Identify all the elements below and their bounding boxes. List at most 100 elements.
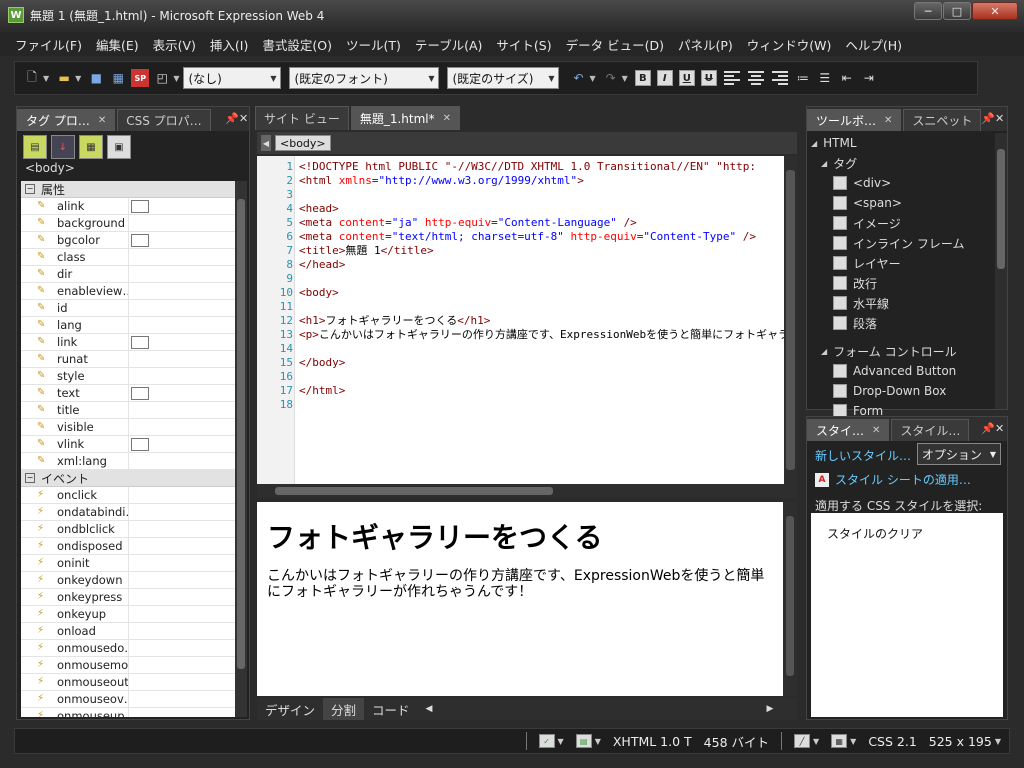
property-row[interactable]: ⚡ onmouseout bbox=[21, 674, 235, 691]
property-row[interactable]: ⚡ onkeydown bbox=[21, 572, 235, 589]
pin-icon[interactable]: 📌 bbox=[981, 422, 995, 435]
style-app-status[interactable]: ▦ ▼ bbox=[831, 734, 856, 748]
collapse-icon[interactable]: − bbox=[25, 473, 35, 483]
property-value[interactable] bbox=[129, 640, 235, 656]
property-value[interactable] bbox=[129, 538, 235, 554]
scroll-thumb[interactable] bbox=[997, 149, 1005, 269]
property-row[interactable]: ✎ id bbox=[21, 300, 235, 317]
scroll-thumb[interactable] bbox=[275, 487, 553, 495]
tab-toolbox[interactable]: ツールボ… ✕ bbox=[807, 109, 902, 131]
tab-site-view[interactable]: サイト ビュー bbox=[255, 106, 349, 130]
property-value[interactable] bbox=[129, 402, 235, 418]
font-combo[interactable]: (既定のフォント) ▼ bbox=[289, 67, 440, 89]
tree-html[interactable]: ◢ HTML bbox=[811, 133, 995, 153]
clear-styles-item[interactable]: スタイルのクリア bbox=[827, 525, 923, 542]
categorized-view-icon[interactable]: ▤ bbox=[23, 135, 47, 159]
chevron-down-icon[interactable]: ▼ bbox=[173, 74, 179, 83]
design-vertical-scrollbar[interactable] bbox=[783, 502, 797, 696]
close-icon[interactable]: ✕ bbox=[443, 113, 451, 124]
category-attributes[interactable]: − 属性 bbox=[21, 181, 235, 198]
chevron-left-icon[interactable]: ◀ bbox=[261, 135, 271, 151]
decrease-indent-icon[interactable]: ⇤ bbox=[838, 69, 856, 87]
align-left-icon[interactable] bbox=[723, 71, 740, 85]
property-value[interactable] bbox=[129, 436, 235, 452]
menu-panels[interactable]: パネル(P) bbox=[671, 35, 740, 54]
design-heading[interactable]: フォトギャラリーをつくる bbox=[267, 516, 602, 556]
property-value[interactable] bbox=[129, 708, 235, 717]
collapse-icon[interactable]: − bbox=[25, 184, 35, 194]
toolbox-item[interactable]: 段落 bbox=[811, 313, 995, 333]
attach-style-sheet-link[interactable]: A スタイル シートの適用… bbox=[815, 471, 971, 488]
redo-icon[interactable]: ↷ bbox=[602, 69, 620, 87]
save-all-icon[interactable]: ▦ bbox=[109, 69, 127, 87]
code-line[interactable]: </body> bbox=[299, 356, 797, 370]
property-value[interactable] bbox=[129, 334, 235, 350]
property-row[interactable]: ✎ link bbox=[21, 334, 235, 351]
property-value[interactable] bbox=[129, 215, 235, 231]
close-icon[interactable]: ✕ bbox=[98, 115, 106, 126]
toolbox-item[interactable]: <span> bbox=[811, 193, 995, 213]
property-row[interactable]: ⚡ onmousemo… bbox=[21, 657, 235, 674]
toolbox-item[interactable]: インライン フレーム bbox=[811, 233, 995, 253]
code-line[interactable]: <!DOCTYPE html PUBLIC "-//W3C//DTD XHTML… bbox=[299, 160, 797, 174]
color-swatch[interactable] bbox=[131, 233, 149, 247]
property-value[interactable] bbox=[129, 691, 235, 707]
css-version-status[interactable]: CSS 2.1 bbox=[868, 734, 916, 749]
property-value[interactable] bbox=[129, 453, 235, 469]
property-value[interactable] bbox=[129, 317, 235, 333]
toolbox-item[interactable]: Drop-Down Box bbox=[811, 381, 995, 401]
tag-properties-icon[interactable]: ▣ bbox=[107, 135, 131, 159]
property-value[interactable] bbox=[129, 368, 235, 384]
tab-css-properties[interactable]: CSS プロパ… bbox=[117, 109, 211, 131]
toolbox-scrollbar[interactable] bbox=[995, 133, 1007, 409]
expand-arrow-icon[interactable]: ◢ bbox=[821, 347, 827, 356]
property-value[interactable] bbox=[129, 266, 235, 282]
chevron-down-icon[interactable]: ▼ bbox=[75, 74, 81, 83]
property-row[interactable]: ⚡ onmouseup bbox=[21, 708, 235, 717]
property-value[interactable] bbox=[129, 674, 235, 690]
sort-alpha-icon[interactable]: ↓ bbox=[51, 135, 75, 159]
chevron-left-icon[interactable]: ◀ bbox=[418, 698, 441, 720]
tree-tags[interactable]: ◢ タグ bbox=[811, 153, 995, 173]
color-swatch[interactable] bbox=[131, 335, 149, 349]
tab-snippets[interactable]: スニペット bbox=[903, 109, 982, 131]
menu-tools[interactable]: ツール(T) bbox=[339, 35, 408, 54]
tab-apply-styles[interactable]: スタイ… ✕ bbox=[807, 419, 890, 441]
property-row[interactable]: ✎ vlink bbox=[21, 436, 235, 453]
property-row[interactable]: ✎ alink bbox=[21, 198, 235, 215]
open-folder-icon[interactable]: ▬ bbox=[55, 69, 73, 87]
menu-site[interactable]: サイト(S) bbox=[489, 35, 558, 54]
color-swatch[interactable] bbox=[131, 386, 149, 400]
property-row[interactable]: ⚡ ondisposed bbox=[21, 538, 235, 555]
property-row[interactable]: ✎ style bbox=[21, 368, 235, 385]
property-value[interactable] bbox=[129, 589, 235, 605]
tab-document[interactable]: 無題_1.html* ✕ bbox=[350, 106, 461, 130]
scroll-thumb[interactable] bbox=[786, 516, 794, 676]
toolbox-item[interactable]: 改行 bbox=[811, 273, 995, 293]
code-line[interactable] bbox=[299, 272, 797, 286]
menu-insert[interactable]: 挿入(I) bbox=[203, 35, 255, 54]
close-icon[interactable]: ✕ bbox=[239, 112, 248, 125]
property-row[interactable]: ⚡ ondblclick bbox=[21, 521, 235, 538]
property-row[interactable]: ✎ background bbox=[21, 215, 235, 232]
pin-icon[interactable]: 📌 bbox=[981, 112, 995, 125]
menu-view[interactable]: 表示(V) bbox=[146, 35, 203, 54]
property-value[interactable] bbox=[129, 572, 235, 588]
property-value[interactable] bbox=[129, 198, 235, 214]
property-row[interactable]: ✎ xml:lang bbox=[21, 453, 235, 470]
property-value[interactable] bbox=[129, 606, 235, 622]
publish-status[interactable]: ▤ ▼ bbox=[575, 734, 601, 748]
tree-form-controls[interactable]: ◢ フォーム コントロール bbox=[811, 341, 995, 361]
new-document-icon[interactable]: 🗋 bbox=[23, 69, 41, 87]
property-value[interactable] bbox=[129, 487, 235, 503]
code-line[interactable] bbox=[299, 342, 797, 356]
chevron-down-icon[interactable]: ▼ bbox=[622, 74, 628, 83]
property-row[interactable]: ✎ bgcolor bbox=[21, 232, 235, 249]
expand-arrow-icon[interactable]: ◢ bbox=[821, 159, 827, 168]
code-line[interactable]: </html> bbox=[299, 384, 797, 398]
preview-icon[interactable]: ◰ bbox=[153, 69, 171, 87]
code-line[interactable]: <p>こんかいはフォトギャラリーの作り方講座です、ExpressionWebを使… bbox=[299, 328, 797, 342]
tab-code[interactable]: コード bbox=[364, 698, 418, 720]
code-line[interactable]: <html xmlns="http://www.w3.org/1999/xhtm… bbox=[299, 174, 797, 188]
style-combo[interactable]: (なし) ▼ bbox=[183, 67, 282, 89]
